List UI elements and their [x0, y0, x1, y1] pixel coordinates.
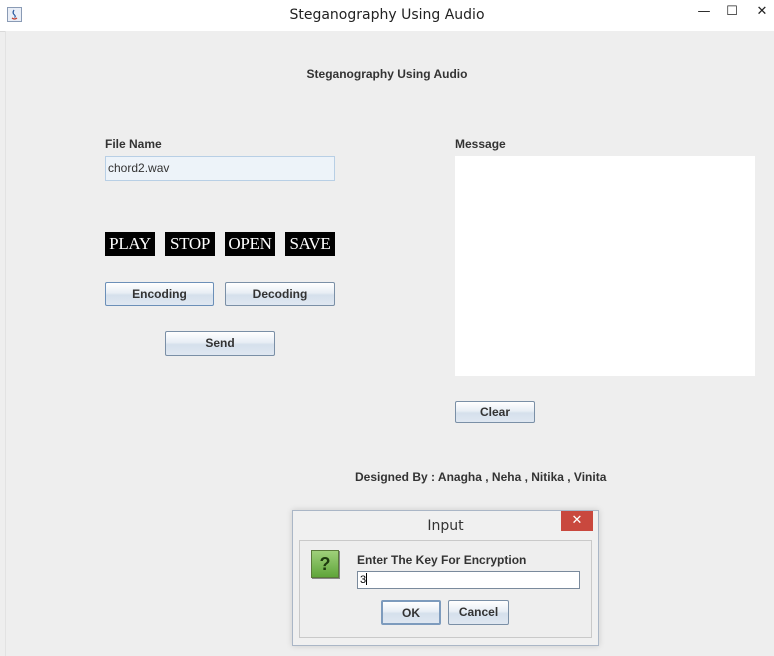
text-caret — [366, 573, 368, 585]
stop-button[interactable]: STOP — [165, 232, 215, 256]
window-title: Steganography Using Audio — [289, 7, 485, 23]
message-textarea[interactable] — [455, 156, 755, 376]
dialog-close-button[interactable]: ✕ — [561, 511, 593, 531]
send-button[interactable]: Send — [165, 331, 275, 356]
save-button[interactable]: SAVE — [285, 232, 335, 256]
ok-button[interactable]: OK — [381, 600, 441, 625]
message-label: Message — [455, 137, 506, 151]
key-input[interactable]: 3 — [357, 571, 580, 589]
decoding-button[interactable]: Decoding — [225, 282, 335, 306]
file-name-field[interactable]: chord2.wav — [105, 156, 335, 181]
file-name-label: File Name — [105, 137, 162, 151]
maximize-button[interactable]: ☐ — [722, 3, 742, 21]
encoding-button[interactable]: Encoding — [105, 282, 214, 306]
open-button[interactable]: OPEN — [225, 232, 275, 256]
cancel-button[interactable]: Cancel — [448, 600, 509, 625]
clear-button[interactable]: Clear — [455, 401, 535, 423]
play-button[interactable]: PLAY — [105, 232, 155, 256]
page-title: Steganography Using Audio — [306, 67, 468, 81]
dialog-title: Input — [427, 518, 464, 534]
credits-label: Designed By : Anagha , Neha , Nitika , V… — [355, 470, 607, 484]
dialog-prompt: Enter The Key For Encryption — [357, 553, 527, 567]
close-button[interactable]: ✕ — [752, 3, 772, 21]
minimize-button[interactable]: — — [694, 3, 714, 21]
question-icon: ? — [311, 550, 339, 578]
